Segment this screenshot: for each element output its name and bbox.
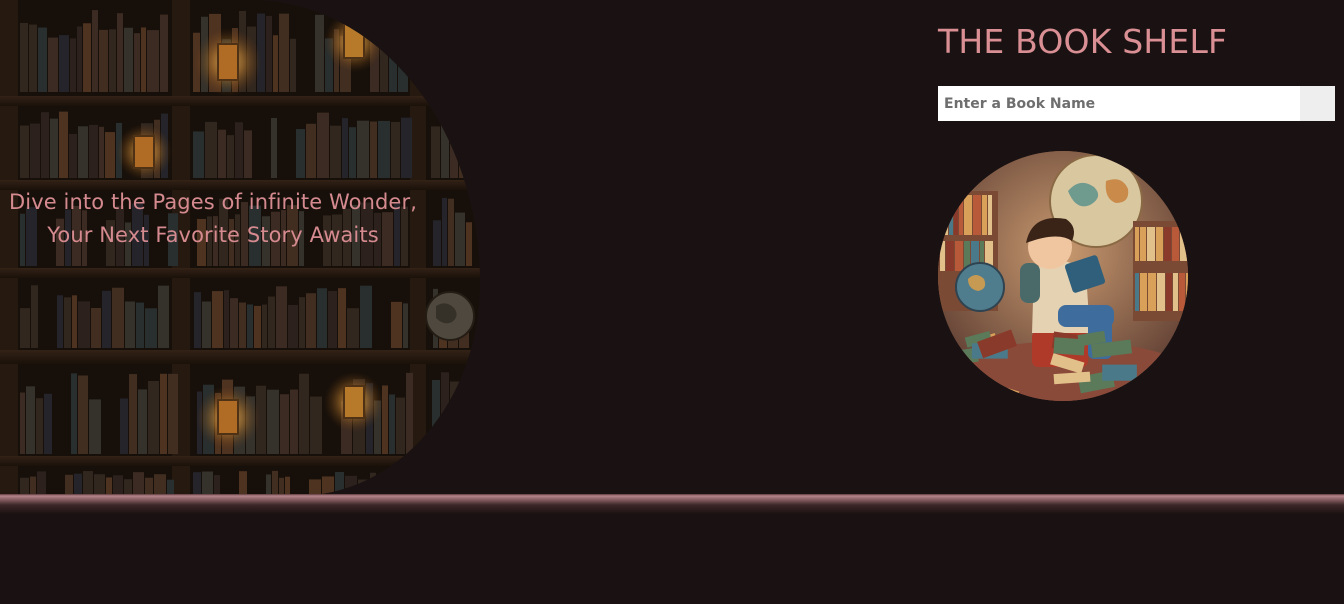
book-spine	[1156, 227, 1163, 261]
book-spine	[1140, 227, 1146, 261]
book-spine	[959, 195, 963, 235]
boy-reading-illustration	[938, 151, 1188, 401]
book-spine	[1157, 273, 1165, 311]
book-spine	[1186, 273, 1188, 311]
book-spine	[946, 241, 954, 271]
book-spine	[988, 195, 992, 235]
book-spine	[1147, 227, 1155, 261]
book-spine	[954, 195, 958, 235]
shelf-divider	[0, 494, 1344, 514]
book-spine	[1140, 273, 1147, 311]
book-spine	[1148, 273, 1156, 311]
book-spine	[973, 195, 981, 235]
book-spine	[1166, 273, 1172, 311]
reading-boy-image	[938, 151, 1188, 401]
book-spine	[1135, 273, 1139, 311]
hero-tagline: Dive into the Pages of infinite Wonder, …	[0, 186, 426, 252]
book-spine	[955, 241, 963, 271]
hero-banner: Dive into the Pages of infinite Wonder, …	[0, 0, 480, 496]
search-bar	[938, 86, 1335, 121]
book-spine	[1172, 227, 1179, 261]
site-title: THE BOOK SHELF	[938, 22, 1228, 61]
book-spine	[940, 195, 948, 235]
hero-tagline-line2: Your Next Favorite Story Awaits	[47, 223, 379, 247]
book-search-input[interactable]	[938, 86, 1300, 121]
book-spine	[964, 195, 972, 235]
book-spine	[1179, 273, 1185, 311]
hero-tagline-line1: Dive into the Pages of infinite Wonder,	[9, 190, 417, 214]
book-spine	[940, 241, 945, 271]
floor-book	[1053, 337, 1085, 356]
book-spine	[1164, 227, 1171, 261]
book-spine	[1135, 227, 1139, 261]
book-spine	[1180, 227, 1187, 261]
book-spine	[982, 195, 987, 235]
search-button[interactable]	[1300, 86, 1335, 121]
floor-book	[1102, 364, 1137, 381]
page: Dive into the Pages of infinite Wonder, …	[0, 0, 1344, 604]
book-spine	[1173, 273, 1178, 311]
book-spine	[949, 195, 953, 235]
